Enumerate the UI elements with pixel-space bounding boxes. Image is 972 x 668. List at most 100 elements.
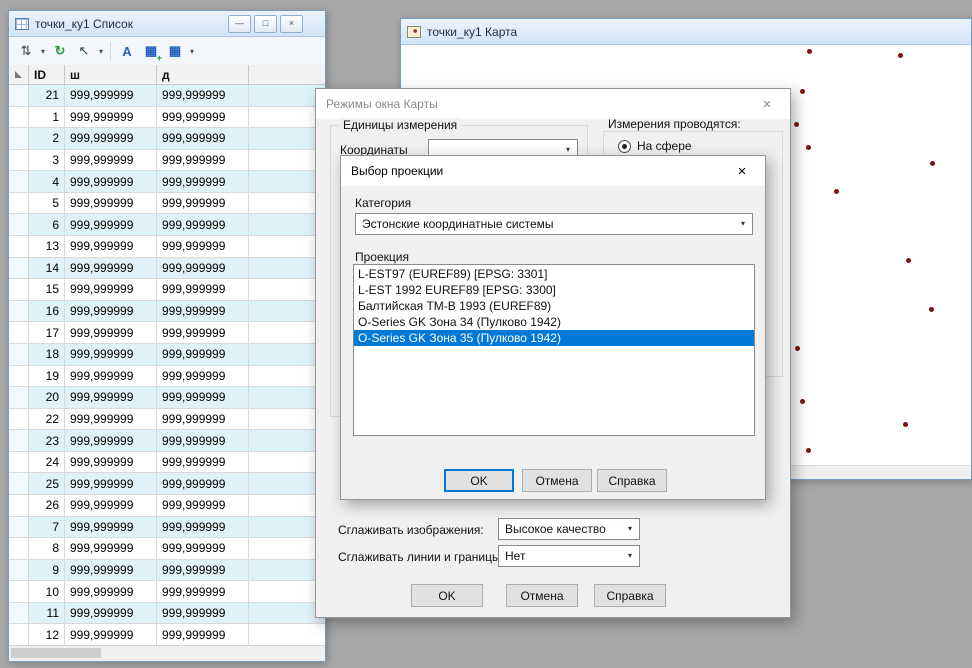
cell-d[interactable]: 999,999999 <box>157 495 249 517</box>
cell-sh[interactable]: 999,999999 <box>65 473 157 495</box>
category-combobox[interactable]: Эстонские координатные системы ▾ <box>355 213 753 235</box>
refresh-button[interactable]: ↻ <box>48 39 72 63</box>
cell-sh[interactable]: 999,999999 <box>65 366 157 388</box>
map-point[interactable] <box>903 422 908 427</box>
toolbar-overflow-icon[interactable]: ▾ <box>187 47 197 56</box>
cell-id[interactable]: 15 <box>29 279 65 301</box>
cell-id[interactable]: 10 <box>29 581 65 603</box>
cell-d[interactable]: 999,999999 <box>157 538 249 560</box>
map-window-titlebar[interactable]: точки_ку1 Карта <box>401 19 971 45</box>
ok-button[interactable]: OK <box>411 584 483 607</box>
cell-sh[interactable]: 999,999999 <box>65 387 157 409</box>
cell-id[interactable]: 23 <box>29 430 65 452</box>
cell-id[interactable]: 21 <box>29 85 65 107</box>
cell-d[interactable]: 999,999999 <box>157 128 249 150</box>
help-button[interactable]: Справка <box>597 469 667 492</box>
add-records-button[interactable]: ▦ + <box>139 39 163 63</box>
row-selector[interactable] <box>9 495 29 517</box>
cell-sh[interactable]: 999,999999 <box>65 193 157 215</box>
row-selector[interactable] <box>9 301 29 323</box>
cell-id[interactable]: 8 <box>29 538 65 560</box>
cell-d[interactable]: 999,999999 <box>157 150 249 172</box>
row-selector[interactable] <box>9 452 29 474</box>
cell-sh[interactable]: 999,999999 <box>65 258 157 280</box>
row-selector[interactable] <box>9 171 29 193</box>
cell-id[interactable]: 9 <box>29 560 65 582</box>
ok-button[interactable]: OK <box>444 469 514 492</box>
cell-sh[interactable]: 999,999999 <box>65 560 157 582</box>
row-selector[interactable] <box>9 236 29 258</box>
map-point[interactable] <box>906 258 911 263</box>
choose-projection-dialog-titlebar[interactable]: Выбор проекции <box>341 156 765 186</box>
row-selector[interactable] <box>9 581 29 603</box>
sort-edit-button[interactable]: ⇅ <box>14 39 38 63</box>
cell-sh[interactable]: 999,999999 <box>65 301 157 323</box>
row-selector[interactable] <box>9 517 29 539</box>
cell-id[interactable]: 19 <box>29 366 65 388</box>
cell-d[interactable]: 999,999999 <box>157 517 249 539</box>
row-selector[interactable] <box>9 128 29 150</box>
map-point[interactable] <box>800 89 805 94</box>
projection-list-item[interactable]: O-Series GK Зона 35 (Пулково 1942) <box>354 330 754 346</box>
projection-list-item[interactable]: L-EST97 (EUREF89) [EPSG: 3301] <box>354 266 754 282</box>
map-point[interactable] <box>834 189 839 194</box>
row-selector[interactable] <box>9 322 29 344</box>
cell-id[interactable]: 14 <box>29 258 65 280</box>
row-selector[interactable] <box>9 624 29 646</box>
row-selector[interactable] <box>9 258 29 280</box>
radio-on-sphere[interactable] <box>618 140 631 153</box>
cell-id[interactable]: 22 <box>29 409 65 431</box>
row-selector[interactable] <box>9 193 29 215</box>
cell-id[interactable]: 26 <box>29 495 65 517</box>
cell-id[interactable]: 20 <box>29 387 65 409</box>
column-header-d[interactable]: д <box>157 65 249 85</box>
cell-sh[interactable]: 999,999999 <box>65 430 157 452</box>
cell-id[interactable]: 2 <box>29 128 65 150</box>
map-point[interactable] <box>806 145 811 150</box>
row-selector[interactable] <box>9 409 29 431</box>
cell-d[interactable]: 999,999999 <box>157 560 249 582</box>
columns-button[interactable]: ▦ <box>163 39 187 63</box>
cell-sh[interactable]: 999,999999 <box>65 150 157 172</box>
cell-id[interactable]: 11 <box>29 603 65 625</box>
cell-sh[interactable]: 999,999999 <box>65 603 157 625</box>
list-window-titlebar[interactable]: точки_ку1 Список — □ × <box>9 11 325 37</box>
cell-d[interactable]: 999,999999 <box>157 581 249 603</box>
cell-id[interactable]: 5 <box>29 193 65 215</box>
close-icon[interactable]: × <box>745 90 789 118</box>
cell-id[interactable]: 3 <box>29 150 65 172</box>
smooth-lines-combobox[interactable]: Нет ▾ <box>498 545 640 567</box>
cell-id[interactable]: 16 <box>29 301 65 323</box>
cell-d[interactable]: 999,999999 <box>157 301 249 323</box>
cell-d[interactable]: 999,999999 <box>157 171 249 193</box>
cell-sh[interactable]: 999,999999 <box>65 624 157 646</box>
cell-d[interactable]: 999,999999 <box>157 85 249 107</box>
chevron-down-icon[interactable]: ▾ <box>96 47 106 56</box>
cell-sh[interactable]: 999,999999 <box>65 236 157 258</box>
map-point[interactable] <box>898 53 903 58</box>
projection-list-item[interactable]: Балтийская TM-B 1993 (EUREF89) <box>354 298 754 314</box>
cell-d[interactable]: 999,999999 <box>157 107 249 129</box>
cell-d[interactable]: 999,999999 <box>157 473 249 495</box>
row-selector[interactable] <box>9 538 29 560</box>
cell-id[interactable]: 12 <box>29 624 65 646</box>
cell-d[interactable]: 999,999999 <box>157 344 249 366</box>
close-button[interactable]: × <box>280 15 303 33</box>
row-selector[interactable] <box>9 150 29 172</box>
map-options-dialog-titlebar[interactable]: Режимы окна Карты <box>316 89 790 119</box>
cell-sh[interactable]: 999,999999 <box>65 409 157 431</box>
cell-d[interactable]: 999,999999 <box>157 452 249 474</box>
row-selector[interactable] <box>9 85 29 107</box>
select-all-corner[interactable] <box>9 65 29 85</box>
cell-id[interactable]: 13 <box>29 236 65 258</box>
map-point[interactable] <box>800 399 805 404</box>
cell-d[interactable]: 999,999999 <box>157 236 249 258</box>
cell-d[interactable]: 999,999999 <box>157 387 249 409</box>
cell-id[interactable]: 24 <box>29 452 65 474</box>
map-point[interactable] <box>930 161 935 166</box>
row-selector[interactable] <box>9 279 29 301</box>
smooth-images-combobox[interactable]: Высокое качество ▾ <box>498 518 640 540</box>
row-selector[interactable] <box>9 387 29 409</box>
cell-d[interactable]: 999,999999 <box>157 258 249 280</box>
cell-id[interactable]: 4 <box>29 171 65 193</box>
